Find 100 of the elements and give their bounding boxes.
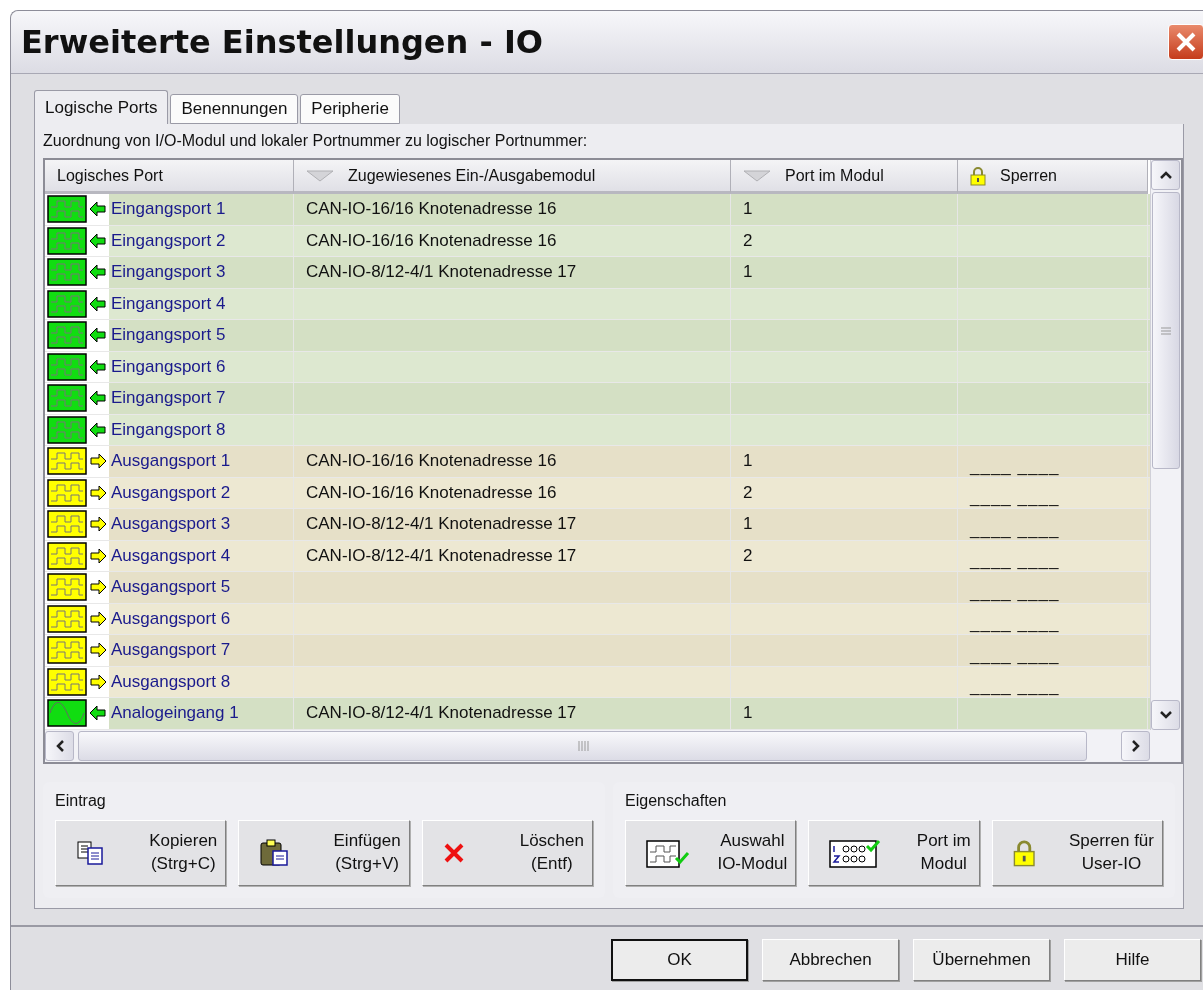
signal-icon [47,699,87,728]
right-arrow-icon [89,483,107,502]
dialog-button[interactable]: Hilfe [1064,938,1201,981]
lock-pattern: ____ ____ [970,582,1060,603]
scroll-left-button[interactable] [45,730,74,761]
action-button[interactable]: Kopieren (Strg+C) [55,819,227,886]
table-cell: CAN-IO-8/12-4/1 Knotenadresse 17 [306,545,577,566]
action-button[interactable]: Port im Modul [808,819,980,886]
signal-icon [47,321,87,350]
table-row[interactable]: Eingangsport 7 [45,383,1150,415]
signal-icon [47,478,87,507]
tab[interactable]: Benennungen [170,94,299,124]
table-row[interactable]: Ausgangsport 7 ____ ____ [45,635,1150,667]
left-chevron-icon [54,738,65,753]
close-button[interactable] [1168,24,1203,60]
port-name: Ausgangsport 3 [110,513,231,536]
port-name: Analogeingang 1 [110,702,239,725]
scroll-thumb[interactable] [1152,192,1180,469]
table-row[interactable]: Eingangsport 5 [45,320,1150,352]
dialog-button[interactable]: OK [611,938,748,981]
table-row[interactable]: Ausgangsport 4 CAN-IO-8/12-4/1 Knotenadresse 17 2 ____ ____ [45,540,1150,572]
table-row[interactable]: Eingangsport 8 [45,414,1150,446]
signal-icon [47,604,87,633]
table-cell: 1 [743,451,753,472]
port-name: Eingangsport 3 [110,261,226,284]
right-arrow-icon [89,578,107,597]
window-title: Erweiterte Einstellungen - IO [21,23,543,61]
right-arrow-icon [89,641,107,660]
port-name: Ausgangsport 5 [110,576,231,599]
column-header[interactable]: Port im Modul [731,160,958,194]
scroll-right-button[interactable] [1121,730,1150,761]
column-header[interactable]: Logisches Port [45,160,294,194]
port-name: Eingangsport 7 [110,387,226,410]
table-row[interactable]: Ausgangsport 1 CAN-IO-16/16 Knotenadresse 16 1 ____ ____ [45,446,1150,478]
delete-icon [442,841,465,864]
table-row[interactable]: Eingangsport 4 [45,288,1150,320]
signal-icon [47,384,87,413]
lock-pattern: ____ ____ [970,645,1060,666]
signal-icon [47,226,87,255]
lock-pattern: ____ ____ [970,677,1060,697]
table-row[interactable]: Eingangsport 6 [45,351,1150,383]
table-row[interactable]: Ausgangsport 8 ____ ____ [45,666,1150,698]
port-name: Ausgangsport 8 [110,670,231,693]
action-button[interactable]: Einfügen (Strg+V) [238,819,410,886]
right-chevron-icon [1130,738,1141,753]
tab[interactable]: Logische Ports [34,90,169,124]
sort-icon [306,169,334,182]
signal-icon [47,195,87,224]
signal-icon [47,258,87,287]
signal-icon [47,573,87,602]
table-row[interactable]: Analogeingang 1 CAN-IO-8/12-4/1 Knotenadresse 17 1 [45,698,1150,730]
table-row[interactable]: Eingangsport 2 CAN-IO-16/16 Knotenadresse 16 2 [45,225,1150,257]
table-cell: 2 [743,545,753,566]
action-button[interactable]: Löschen (Entf) [421,819,593,886]
table-cell: 2 [743,482,753,503]
table-caption: Zuordnung von I/O-Modul und lokaler Portnummer zu logischer Portnummer: [43,132,589,150]
tab[interactable]: Peripherie [300,94,400,124]
port-name: Ausgangsport 2 [110,481,231,504]
table-cell: 1 [743,514,753,535]
port-name: Eingangsport 8 [110,418,226,441]
table-row[interactable]: Ausgangsport 3 CAN-IO-8/12-4/1 Knotenadresse 17 1 ____ ____ [45,509,1150,541]
down-chevron-icon [1158,709,1173,720]
lock-pattern: ____ ____ [970,519,1060,540]
right-arrow-icon [89,515,107,534]
module-check-icon [646,837,692,868]
action-button[interactable]: Auswahl IO-Modul [625,819,797,886]
left-arrow-icon [89,263,107,282]
right-arrow-icon [89,452,107,471]
dialog-button[interactable]: Übernehmen [913,938,1050,981]
right-arrow-icon [89,672,107,691]
right-arrow-icon [89,609,107,628]
table-row[interactable]: Ausgangsport 6 ____ ____ [45,603,1150,635]
column-header[interactable]: Zugewiesenes Ein-/Ausgabemodul [294,160,731,194]
table-row[interactable]: Ausgangsport 5 ____ ____ [45,572,1150,604]
left-arrow-icon [89,389,107,408]
signal-icon [47,510,87,539]
signal-icon [47,667,87,696]
action-button[interactable]: Sperren für User-IO [991,819,1163,886]
table-row[interactable]: Ausgangsport 2 CAN-IO-16/16 Knotenadresse 16 2 ____ ____ [45,477,1150,509]
scroll-up-button[interactable] [1151,160,1180,190]
table-cell: CAN-IO-16/16 Knotenadresse 16 [306,451,557,472]
right-arrow-icon [89,546,107,565]
scroll-down-button[interactable] [1151,699,1180,730]
left-arrow-icon [89,231,107,250]
port-name: Eingangsport 6 [110,355,226,378]
up-chevron-icon [1158,170,1173,180]
left-arrow-icon [89,294,107,313]
lock-icon [1012,838,1036,867]
table-row[interactable]: Eingangsport 1 CAN-IO-16/16 Knotenadresse 16 1 [45,194,1150,226]
vertical-scrollbar[interactable] [1150,160,1181,730]
table-row[interactable]: Eingangsport 3 CAN-IO-8/12-4/1 Knotenadresse 17 1 [45,257,1150,289]
group-title: Eintrag [55,791,107,810]
lock-icon [970,165,986,186]
dialog-button[interactable]: Abbrechen [762,938,899,981]
table-cell: 1 [743,262,753,283]
column-header[interactable]: Sperren [958,160,1148,194]
port-name: Eingangsport 4 [110,292,226,315]
lock-pattern: ____ ____ [970,551,1060,571]
lock-pattern: ____ ____ [970,488,1060,508]
left-arrow-icon [89,200,107,219]
